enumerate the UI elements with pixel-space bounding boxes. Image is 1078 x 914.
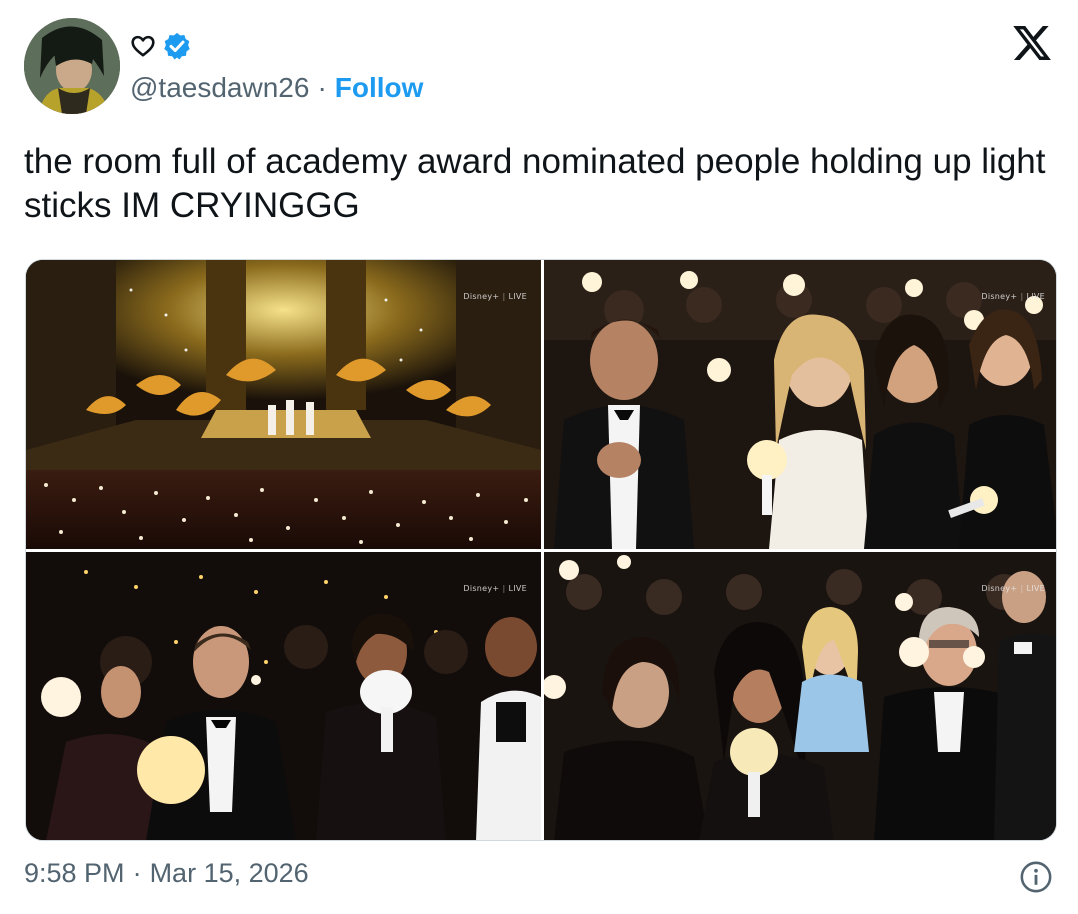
audience-image-1	[544, 260, 1056, 549]
timestamp-time: 9:58 PM	[24, 858, 125, 888]
media-photo-stage[interactable]: Disney+ | LIVE	[26, 260, 541, 549]
stage-image	[26, 260, 541, 549]
x-logo-icon[interactable]	[1010, 22, 1054, 64]
timestamp-separator: ·	[132, 858, 142, 888]
author-handle[interactable]: @taesdawn26	[130, 72, 309, 104]
avatar[interactable]	[24, 18, 120, 114]
heart-outline-icon	[131, 35, 155, 57]
separator-dot: ·	[317, 72, 327, 103]
tweet-text: the room full of academy award nominated…	[24, 142, 1046, 225]
audience-image-2	[26, 552, 541, 840]
timestamp-date: Mar 15, 2026	[149, 858, 309, 888]
info-icon[interactable]	[1019, 860, 1053, 894]
broadcast-badge: Disney+ | LIVE	[981, 292, 1045, 301]
media-grid: Disney+ | LIVE Disney+ | LIVE Disney+ | …	[25, 259, 1057, 841]
media-photo-audience-1[interactable]: Disney+ | LIVE	[544, 260, 1056, 549]
follow-button[interactable]: Follow	[335, 72, 424, 104]
tweet-timestamp[interactable]: 9:58 PM · Mar 15, 2026	[24, 858, 309, 889]
author-handle-row: @taesdawn26 · Follow	[130, 70, 423, 106]
avatar-photo	[24, 18, 120, 114]
audience-image-3	[544, 552, 1056, 840]
verified-badge-icon	[164, 32, 190, 60]
broadcast-badge: Disney+ | LIVE	[463, 584, 527, 593]
media-photo-audience-3[interactable]: Disney+ | LIVE	[544, 552, 1056, 840]
broadcast-badge: Disney+ | LIVE	[981, 584, 1045, 593]
author-name-row[interactable]	[130, 30, 192, 62]
media-photo-audience-2[interactable]: Disney+ | LIVE	[26, 552, 541, 840]
broadcast-badge: Disney+ | LIVE	[463, 292, 527, 301]
